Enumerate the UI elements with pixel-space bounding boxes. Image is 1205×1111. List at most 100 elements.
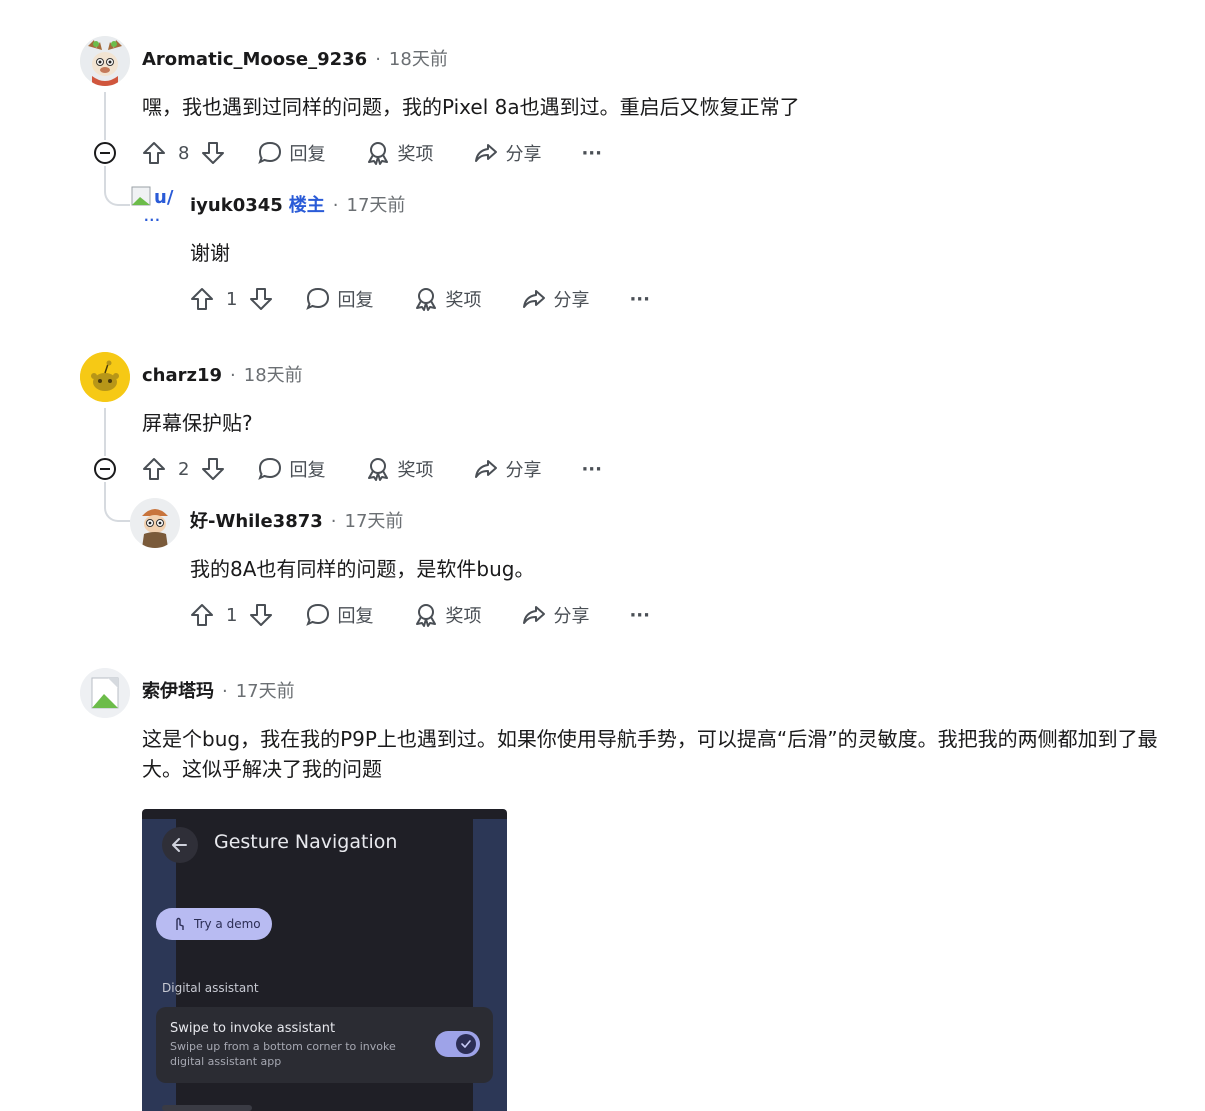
comment-time[interactable]: 17天前 [236,681,295,702]
try-demo-button: Try a demo [156,908,272,940]
share-label: 分享 [553,290,590,311]
moose-avatar-icon [80,36,130,86]
thread-line [104,92,106,140]
award-label: 奖项 [445,606,482,627]
award-label: 奖项 [397,144,434,165]
share-button[interactable]: 分享 [473,140,541,166]
share-icon [523,290,546,308]
award-label: 奖项 [397,460,434,481]
thread-line [104,408,106,456]
broken-image-icon [131,186,151,206]
comment-icon [258,457,282,480]
reply-button[interactable]: 回复 [305,602,373,628]
back-button [162,827,198,863]
upvote-icon[interactable] [140,455,168,483]
comment-time[interactable]: 17天前 [347,195,406,216]
award-button[interactable]: 奖项 [365,140,433,166]
award-button[interactable]: 奖项 [413,602,481,628]
share-icon [475,144,498,162]
avatar-alt-dots: ··· [144,213,161,227]
share-label: 分享 [505,460,542,481]
try-demo-label: Try a demo [194,917,261,931]
embedded-screenshot[interactable]: Gesture Navigation Try a demo Digital as… [142,809,507,1111]
downvote-icon[interactable] [247,601,275,629]
comment-body: 屏幕保护贴? [142,411,253,435]
back-arrow-icon [172,838,187,852]
comment-body: 我的8A也有同样的问题，是软件bug。 [190,557,535,581]
avatar[interactable] [80,352,130,402]
award-icon [416,604,437,627]
award-icon [416,288,437,311]
author-name[interactable]: charz19 [142,365,222,386]
placeholder-image-icon [80,668,130,718]
share-button[interactable]: 分享 [473,456,541,482]
share-button[interactable]: 分享 [521,286,589,312]
vote-count: 2 [178,458,190,480]
touch-icon [176,917,184,930]
comment-author-line: 好-While3873 · 17天前 [190,507,403,533]
reply-label: 回复 [337,606,374,627]
avatar[interactable] [80,36,130,86]
award-button[interactable]: 奖项 [413,286,481,312]
share-icon [523,606,546,624]
separator-dot: · [375,49,381,70]
reply-button[interactable]: 回复 [305,286,373,312]
explorer-avatar-icon [130,498,180,548]
comment-body: 谢谢 [190,241,230,265]
downvote-icon[interactable] [199,455,227,483]
more-options-icon[interactable]: ··· [581,143,602,164]
upvote-icon[interactable] [188,601,216,629]
reply-label: 回复 [289,144,326,165]
comment-author-line: charz19 · 18天前 [142,361,303,387]
comment-actions: 1 回复 奖项 分享 ··· [188,283,650,315]
separator-dot: · [332,195,339,216]
author-name[interactable]: iyuk0345 [190,195,283,216]
comment-body: 嘿，我也遇到过同样的问题，我的Pixel 8a也遇到过。重启后又恢复正常了 [142,95,800,119]
collapse-icon[interactable] [92,456,118,482]
section-label: Digital assistant [162,981,259,995]
share-icon [475,460,498,478]
avatar[interactable] [130,498,180,548]
comment-icon [306,603,330,626]
reply-button[interactable]: 回复 [257,140,325,166]
comment-author-line: 索伊塔玛 · 17天前 [142,677,295,703]
comment-time[interactable]: 18天前 [389,49,448,70]
thread-elbow [104,166,130,206]
toggle-knob [456,1034,476,1054]
upvote-icon[interactable] [140,139,168,167]
screenshot-title: Gesture Navigation [214,831,398,853]
downvote-icon[interactable] [199,139,227,167]
comment-icon [306,287,330,310]
vote-count: 1 [226,288,238,310]
setting-description: Swipe up from a bottom corner to invoke … [170,1040,396,1068]
award-label: 奖项 [445,290,482,311]
comment-actions: 8 回复 奖项 分享 ··· [140,137,602,169]
upvote-icon[interactable] [188,285,216,313]
award-button[interactable]: 奖项 [365,456,433,482]
separator-dot: · [222,681,228,702]
author-name[interactable]: 索伊塔玛 [142,681,214,702]
more-options-icon[interactable]: ··· [629,605,650,626]
author-name[interactable]: Aromatic_Moose_9236 [142,49,367,70]
thread-elbow [104,482,130,522]
next-setting-fragment [162,1105,252,1111]
avatar-alt-text: u/ [154,187,174,208]
downvote-icon[interactable] [247,285,275,313]
comment-time[interactable]: 17天前 [345,511,404,532]
share-label: 分享 [505,144,542,165]
reply-button[interactable]: 回复 [257,456,325,482]
share-button[interactable]: 分享 [521,602,589,628]
comment-author-line: Aromatic_Moose_9236 · 18天前 [142,45,448,71]
collapse-icon[interactable] [92,140,118,166]
avatar[interactable] [80,668,130,718]
op-badge: 楼主 [288,195,325,216]
comment-icon [258,141,282,164]
comment-time[interactable]: 18天前 [244,365,303,386]
comment-author-line: iyuk0345 楼主 · 17天前 [190,191,405,217]
avatar-broken-image[interactable]: u/ ··· [130,185,180,233]
more-options-icon[interactable]: ··· [629,289,650,310]
vote-count: 1 [226,604,238,626]
author-name[interactable]: 好-While3873 [190,511,323,532]
more-options-icon[interactable]: ··· [581,459,602,480]
separator-dot: · [330,511,337,532]
